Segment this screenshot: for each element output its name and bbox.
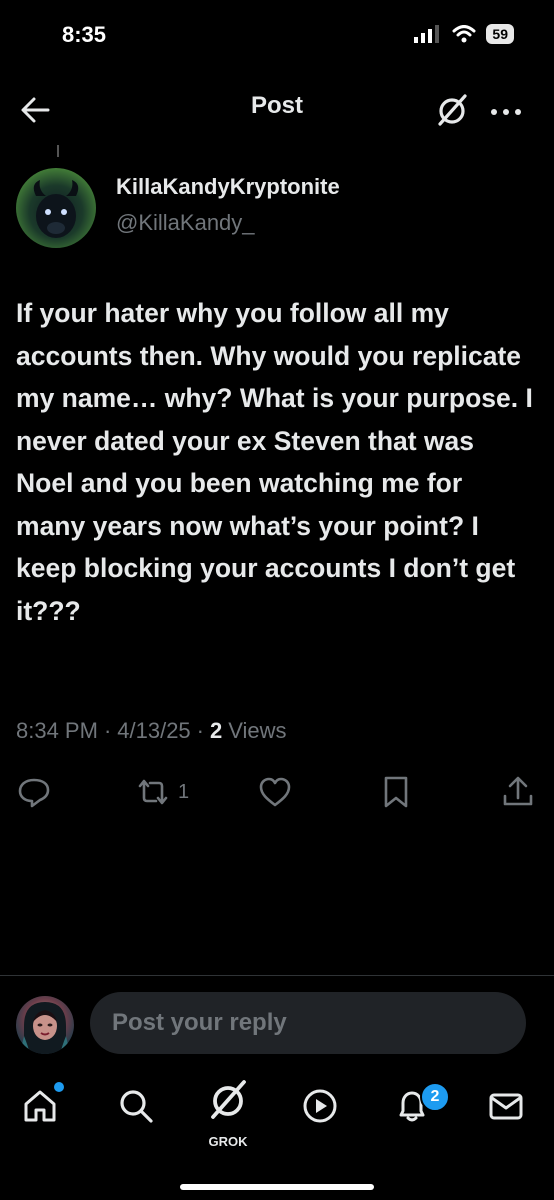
nav-messages[interactable]	[478, 1078, 534, 1134]
retweet-count: 1	[178, 780, 190, 803]
more-options-button[interactable]	[486, 90, 526, 130]
reply-composer[interactable]	[90, 992, 534, 1054]
notifications-badge: 2	[420, 1082, 450, 1112]
video-icon	[303, 1089, 337, 1123]
grok-label: GROK	[208, 1134, 248, 1149]
post-actions: 1	[0, 770, 554, 820]
nav-search[interactable]	[108, 1078, 164, 1134]
mail-icon	[489, 1093, 523, 1120]
bookmark-icon	[384, 776, 408, 808]
wifi-icon	[452, 25, 476, 43]
reply-button[interactable]	[16, 774, 52, 810]
like-button[interactable]	[257, 774, 293, 810]
post-text: If your hater why you follow all my acco…	[16, 298, 533, 626]
avatar-bull-image	[33, 180, 79, 238]
grok-icon	[211, 1080, 246, 1119]
signal-icon	[414, 25, 440, 43]
status-icons: 59	[414, 24, 514, 44]
battery-level: 59	[486, 24, 514, 44]
share-button[interactable]	[500, 774, 536, 810]
search-icon	[120, 1090, 153, 1123]
nav-grok[interactable]: GROK	[200, 1072, 256, 1149]
home-new-indicator	[54, 1082, 64, 1092]
bookmark-button[interactable]	[378, 774, 414, 810]
author-display-name[interactable]: KillaKandyKryptonite	[116, 174, 340, 200]
post-meta: 8:34 PM · 4/13/25 · 2 Views	[16, 718, 287, 744]
share-icon	[503, 776, 533, 806]
home-icon	[24, 1090, 56, 1122]
meta-separator: ·	[196, 718, 204, 743]
status-time: 8:35	[62, 22, 107, 47]
home-indicator[interactable]	[180, 1184, 374, 1190]
bottom-nav: GROK 2	[0, 1064, 554, 1200]
views-count[interactable]: 2	[210, 718, 222, 744]
reply-input[interactable]	[90, 992, 534, 1054]
divider	[0, 975, 554, 976]
retweet-button[interactable]: 1	[134, 774, 189, 810]
grok-button[interactable]	[432, 90, 472, 130]
header: Post	[0, 80, 554, 136]
views-label[interactable]: Views	[228, 718, 286, 744]
avatar-portrait-image	[20, 1002, 70, 1054]
post-date: 4/13/25	[117, 718, 191, 743]
author-avatar[interactable]	[16, 168, 96, 248]
author-handle[interactable]: @KillaKandy_	[116, 210, 255, 236]
thread-connector	[57, 145, 59, 157]
meta-separator: ·	[103, 718, 112, 743]
user-avatar[interactable]	[16, 996, 74, 1054]
post-time: 8:34 PM	[16, 718, 98, 743]
reply-icon	[18, 778, 50, 808]
nav-video[interactable]	[292, 1078, 348, 1134]
more-icon	[491, 109, 521, 115]
retweet-icon	[138, 779, 168, 805]
like-icon	[259, 777, 291, 807]
grok-icon	[438, 94, 467, 126]
screen: 8:35 59 Post KillaKandyKryptonite @Killa…	[0, 0, 554, 1200]
